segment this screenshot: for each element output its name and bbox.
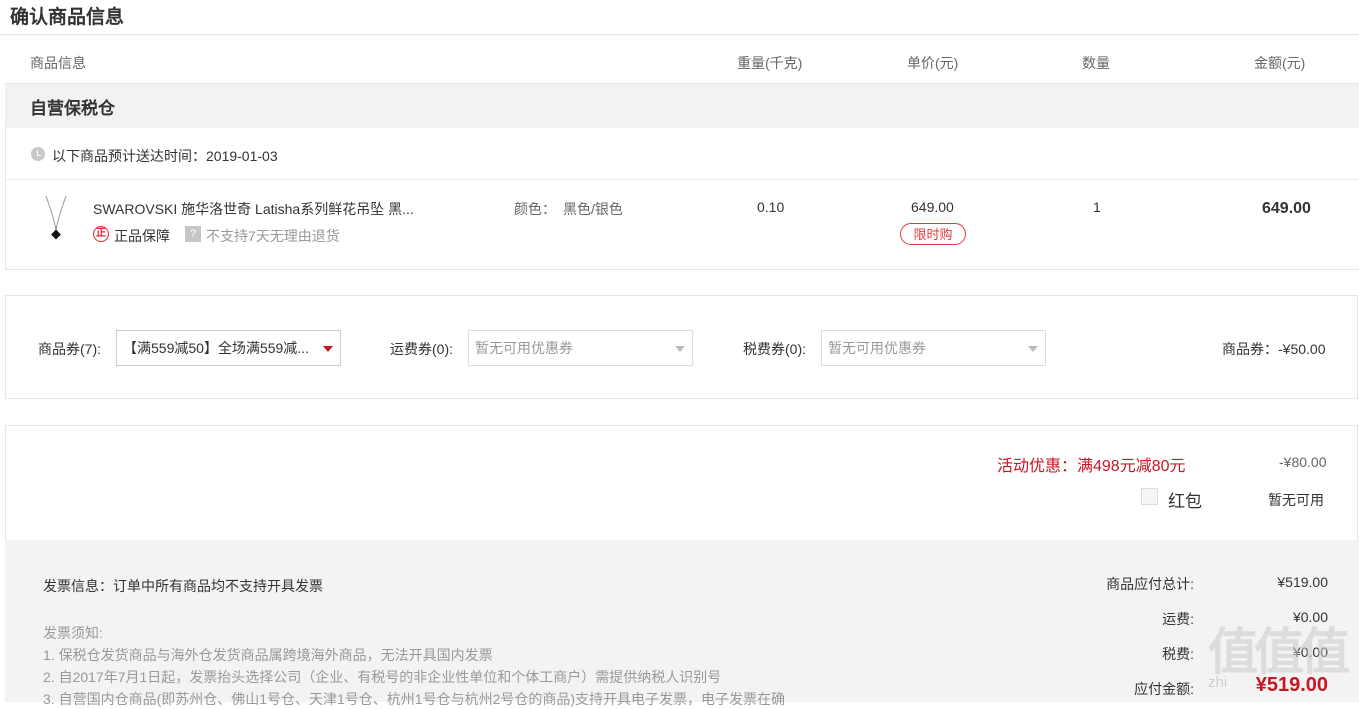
goods-coupon-selected-value: 【满559减50】全场满559减... — [123, 340, 309, 356]
authentic-guarantee-label: 正品保障 — [114, 228, 170, 244]
dropdown-arrow-icon — [1028, 346, 1038, 352]
goods-coupon-select[interactable]: 【满559减50】全场满559减... — [116, 330, 341, 366]
page-title: 确认商品信息 — [10, 7, 125, 28]
dropdown-arrow-icon — [675, 346, 685, 352]
goods-total-label: 商品应付总计: — [1106, 576, 1194, 592]
clock-icon — [31, 147, 45, 161]
watermark-logo: 值值值 — [1208, 624, 1350, 680]
invoice-notice-line: 3. 自营国内仓商品(即苏州仓、佛山1号仓、天津1号仓、杭州1号仓与杭州2号仓的… — [43, 691, 786, 707]
tax-coupon-label: 税费券(0): — [743, 341, 806, 357]
col-header-unit-price: 单价(元) — [907, 55, 959, 71]
shipping-coupon-placeholder: 暂无可用优惠券 — [475, 340, 573, 356]
col-header-amount: 金额(元) — [1254, 55, 1306, 71]
delivery-divider — [5, 179, 1359, 180]
red-packet-checkbox[interactable] — [1141, 488, 1158, 505]
limited-time-badge: 限时购 — [900, 223, 966, 245]
question-icon[interactable]: ? — [185, 226, 201, 242]
col-header-product: 商品信息 — [30, 55, 86, 71]
watermark-text: zhi — [1208, 674, 1228, 691]
warehouse-name: 自营保税仓 — [30, 99, 115, 118]
color-attribute-value: 黑色/银色 — [563, 201, 623, 217]
delivery-estimate: 以下商品预计送达时间：2019-01-03 — [52, 148, 278, 164]
item-quantity: 1 — [1093, 199, 1101, 215]
invoice-notice-title: 发票须知: — [43, 625, 103, 641]
item-amount: 649.00 — [1262, 200, 1311, 217]
red-packet-status: 暂无可用 — [1268, 492, 1324, 508]
shipping-coupon-label: 运费券(0): — [390, 341, 453, 357]
col-header-quantity: 数量 — [1082, 55, 1110, 71]
activity-discount-value: -¥80.00 — [1279, 454, 1327, 470]
invoice-info: 发票信息：订单中所有商品均不支持开具发票 — [43, 578, 323, 594]
necklace-thumbnail[interactable] — [36, 194, 76, 246]
invoice-notice-line: 2. 自2017年7月1日起，发票抬头选择公司（企业、有税号的非企业性单位和个体… — [43, 669, 722, 685]
title-divider — [0, 34, 1359, 35]
promotion-section — [5, 425, 1358, 540]
tax-coupon-select[interactable]: 暂无可用优惠券 — [821, 330, 1046, 366]
dropdown-arrow-icon — [323, 346, 333, 352]
invoice-notice-line: 1. 保税仓发货商品与海外仓发货商品属跨境海外商品，无法开具国内发票 — [43, 647, 493, 663]
activity-discount-label: 活动优惠：满498元减80元 — [997, 458, 1186, 475]
shipping-fee-label: 运费: — [1162, 611, 1194, 627]
goods-coupon-label: 商品券(7): — [38, 341, 101, 357]
item-weight: 0.10 — [757, 199, 785, 215]
goods-total-value: ¥519.00 — [1277, 574, 1328, 590]
col-header-weight: 重量(千克) — [737, 55, 803, 71]
coupon-discount-summary: 商品券：-¥50.00 — [1222, 341, 1326, 357]
color-attribute-label: 颜色： — [514, 201, 556, 217]
red-packet-label: 红包 — [1168, 492, 1202, 511]
item-unit-price: 649.00 — [911, 199, 954, 215]
tax-fee-label: 税费: — [1162, 646, 1194, 662]
amount-due-label: 应付金额: — [1134, 681, 1194, 697]
return-policy-label: 不支持7天无理由退货 — [206, 228, 340, 244]
warehouse-band — [5, 83, 1359, 128]
tax-coupon-placeholder: 暂无可用优惠券 — [828, 340, 926, 356]
product-name-link[interactable]: SWAROVSKI 施华洛世奇 Latisha系列鲜花吊坠 黑... — [93, 199, 414, 219]
shipping-coupon-select[interactable]: 暂无可用优惠券 — [468, 330, 693, 366]
authentic-icon: 正 — [93, 226, 109, 242]
